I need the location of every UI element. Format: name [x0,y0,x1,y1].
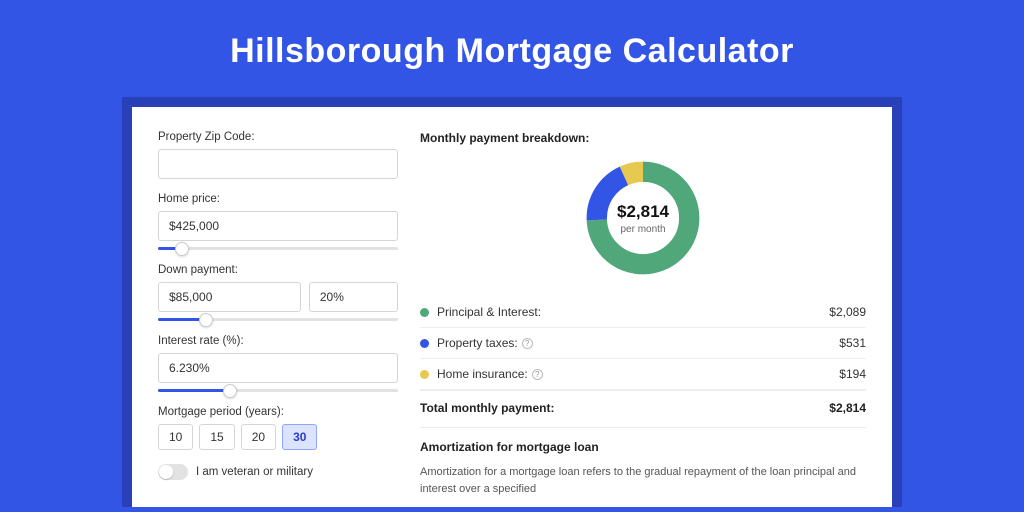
total-row: Total monthly payment: $2,814 [420,390,866,427]
zip-input[interactable] [158,149,398,179]
donut-center: $2,814 per month [582,157,704,279]
breakdown-column: Monthly payment breakdown: $2,814 per mo… [420,131,866,507]
dot-icon [420,308,429,317]
total-label: Total monthly payment: [420,401,829,415]
calculator-card: Property Zip Code: Home price: Down paym… [132,107,892,507]
down-slider[interactable] [158,318,398,321]
down-amount-input[interactable] [158,282,301,312]
legend-amount: $531 [839,336,866,350]
rate-slider-thumb[interactable] [223,384,237,398]
rate-input[interactable] [158,353,398,383]
legend-label-text: Principal & Interest: [437,305,541,319]
price-label: Home price: [158,193,398,205]
zip-block: Property Zip Code: [158,131,398,179]
veteran-toggle[interactable] [158,464,188,480]
total-amount: $2,814 [829,401,866,415]
dot-icon [420,370,429,379]
rate-slider-fill [158,389,230,392]
legend-row-insurance: Home insurance: ? $194 [420,359,866,390]
legend-row-principal: Principal & Interest: $2,089 [420,297,866,328]
amortization-text: Amortization for a mortgage loan refers … [420,464,866,497]
legend-label-text: Home insurance: [437,367,528,381]
price-input[interactable] [158,211,398,241]
legend-amount: $2,089 [829,305,866,319]
donut-center-sub: per month [620,224,665,235]
period-options: 10 15 20 30 [158,424,398,450]
info-icon[interactable]: ? [532,369,543,380]
form-column: Property Zip Code: Home price: Down paym… [158,131,398,507]
donut-center-value: $2,814 [617,202,669,222]
down-percent-input[interactable] [309,282,398,312]
down-block: Down payment: [158,264,398,321]
period-option-10[interactable]: 10 [158,424,193,450]
period-label: Mortgage period (years): [158,406,398,418]
down-slider-thumb[interactable] [199,313,213,327]
veteran-toggle-knob [159,465,173,479]
card-outer: Property Zip Code: Home price: Down paym… [122,97,902,507]
legend-label: Principal & Interest: [437,305,829,319]
info-icon[interactable]: ? [522,338,533,349]
zip-label: Property Zip Code: [158,131,398,143]
legend-label: Home insurance: ? [437,367,839,381]
period-block: Mortgage period (years): 10 15 20 30 [158,406,398,450]
rate-label: Interest rate (%): [158,335,398,347]
donut-chart: $2,814 per month [420,157,866,279]
period-option-15[interactable]: 15 [199,424,234,450]
veteran-row: I am veteran or military [158,464,398,480]
rate-slider[interactable] [158,389,398,392]
period-option-30[interactable]: 30 [282,424,317,450]
legend-label: Property taxes: ? [437,336,839,350]
breakdown-title: Monthly payment breakdown: [420,131,866,145]
price-block: Home price: [158,193,398,250]
down-label: Down payment: [158,264,398,276]
price-slider-thumb[interactable] [175,242,189,256]
amortization-title: Amortization for mortgage loan [420,440,866,454]
legend-label-text: Property taxes: [437,336,518,350]
period-option-20[interactable]: 20 [241,424,276,450]
dot-icon [420,339,429,348]
legend-amount: $194 [839,367,866,381]
divider [420,427,866,428]
page-title: Hillsborough Mortgage Calculator [0,0,1024,97]
rate-block: Interest rate (%): [158,335,398,392]
legend-row-taxes: Property taxes: ? $531 [420,328,866,359]
veteran-label: I am veteran or military [196,466,313,478]
price-slider[interactable] [158,247,398,250]
